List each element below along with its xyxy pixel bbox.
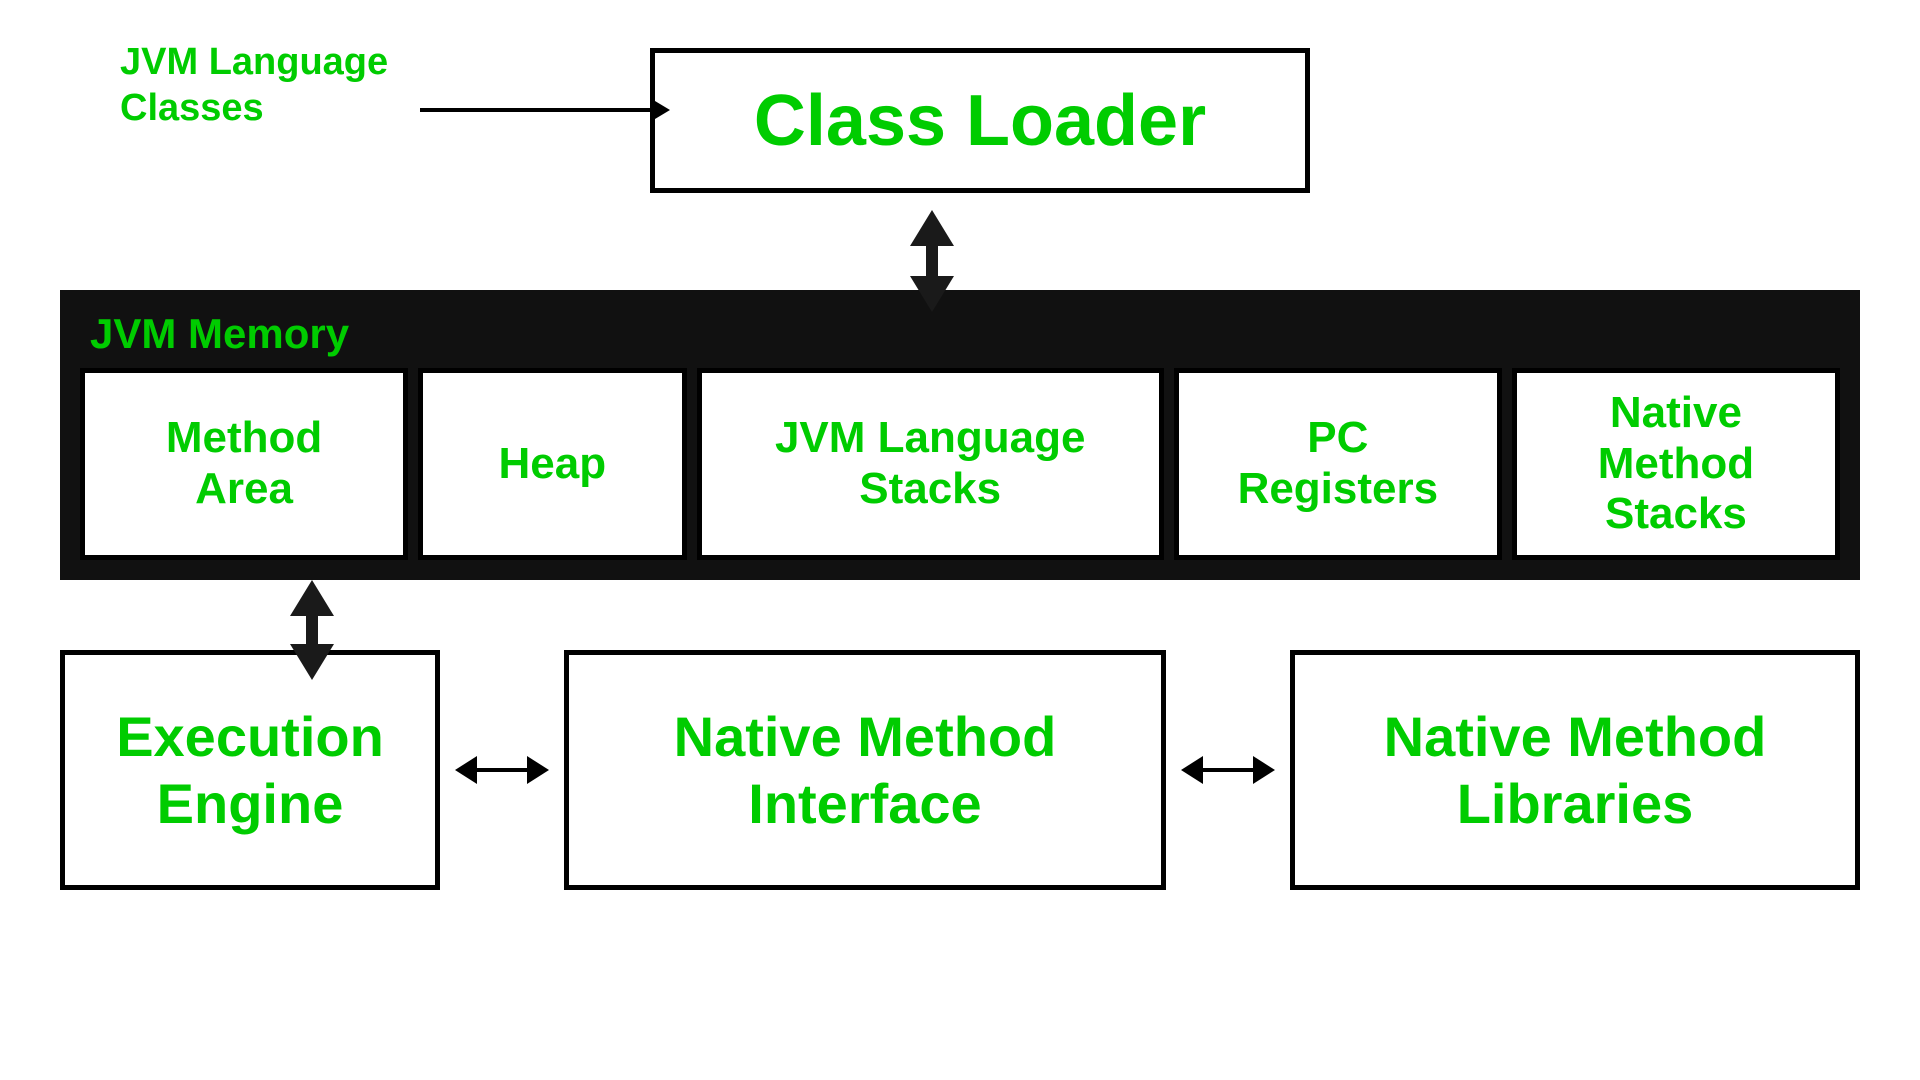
- jvm-memory-block: JVM Memory MethodArea Heap JVM LanguageS…: [60, 290, 1860, 580]
- class-loader-box: Class Loader: [650, 48, 1310, 193]
- vertical-arrow-section: [60, 210, 1860, 290]
- arrow-shaft-bottom: [306, 616, 318, 644]
- method-area-label: MethodArea: [166, 413, 322, 514]
- class-loader-arrow: [420, 98, 670, 122]
- native-stacks-box: NativeMethodStacks: [1512, 368, 1840, 560]
- native-method-interface-box: Native MethodInterface: [564, 650, 1166, 890]
- jvm-stacks-label: JVM LanguageStacks: [775, 413, 1086, 514]
- diagram-container: JVM Language Classes Class Loader JVM Me…: [0, 0, 1920, 1080]
- native-method-libraries-box: Native MethodLibraries: [1290, 650, 1860, 890]
- native-method-interface-label: Native MethodInterface: [674, 703, 1057, 837]
- arrow-shaft: [926, 246, 938, 276]
- arrow-left-head: [455, 756, 477, 784]
- arrow-up-head: [910, 210, 954, 246]
- arrow-down-head: [910, 276, 954, 312]
- heap-box: Heap: [418, 368, 686, 560]
- native-method-libraries-label: Native MethodLibraries: [1384, 703, 1767, 837]
- jvm-language-classes-label: JVM Language Classes: [120, 40, 388, 131]
- native-stacks-label: NativeMethodStacks: [1598, 388, 1754, 540]
- heap-label: Heap: [499, 439, 607, 490]
- pc-registers-label: PCRegisters: [1238, 413, 1439, 514]
- pc-registers-box: PCRegisters: [1174, 368, 1502, 560]
- arrow-right-head: [527, 756, 549, 784]
- jvm-stacks-box: JVM LanguageStacks: [697, 368, 1164, 560]
- bottom-section: ExecutionEngine Native MethodInterface N…: [60, 650, 1860, 890]
- jvm-memory-title: JVM Memory: [90, 310, 1840, 358]
- class-loader-label: Class Loader: [754, 80, 1206, 162]
- engine-interface-arrow: [440, 756, 564, 784]
- execution-engine-label: ExecutionEngine: [116, 703, 384, 837]
- arrow-down: [290, 644, 334, 680]
- top-section: JVM Language Classes Class Loader: [60, 30, 1860, 210]
- arrow-line: [420, 108, 650, 112]
- memory-engine-arrow-container: [60, 580, 1860, 650]
- arrow-h-line2: [1203, 768, 1253, 772]
- interface-libraries-arrow: [1166, 756, 1290, 784]
- memory-engine-arrow: [290, 580, 334, 680]
- execution-engine-box: ExecutionEngine: [60, 650, 440, 890]
- arrow-right-head2: [1253, 756, 1275, 784]
- arrow-up: [290, 580, 334, 616]
- arrow-h-line: [477, 768, 527, 772]
- memory-boxes-container: MethodArea Heap JVM LanguageStacks PCReg…: [80, 368, 1840, 560]
- arrow-left-head2: [1181, 756, 1203, 784]
- class-loader-memory-arrow: [910, 210, 954, 312]
- method-area-box: MethodArea: [80, 368, 408, 560]
